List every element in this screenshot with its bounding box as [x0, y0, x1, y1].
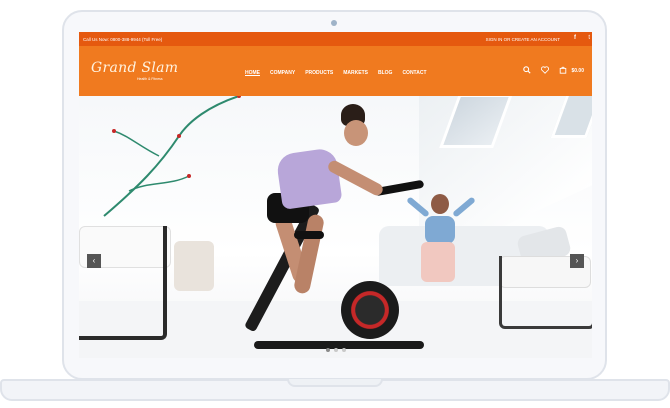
phone-text: Call Us Now: 0800-388-9944 (Toll Free) — [83, 37, 163, 42]
girl-legs — [421, 242, 455, 282]
slider-prev-button[interactable]: ‹ — [87, 254, 101, 268]
nav-markets[interactable]: MARKETS — [343, 70, 368, 76]
nav-home[interactable]: HOME — [245, 70, 260, 76]
cart-icon[interactable] — [559, 66, 567, 76]
laptop-base-notch — [287, 379, 383, 387]
woman-top — [275, 147, 343, 210]
woman-head — [344, 120, 368, 146]
header-icons: $0.00 — [523, 66, 584, 76]
girl-head — [431, 194, 449, 214]
slider-dot-1[interactable] — [326, 348, 330, 352]
slider-dot-2[interactable] — [334, 348, 338, 352]
bike-flywheel — [341, 281, 399, 339]
hero-slider: ‹ › — [79, 96, 592, 358]
main-nav: HOME COMPANY PRODUCTS MARKETS BLOG CONTA… — [245, 70, 427, 76]
slide-blanket — [174, 241, 214, 291]
webcam-icon — [331, 20, 337, 26]
website-screen: Call Us Now: 0800-388-9944 (Toll Free) S… — [79, 32, 592, 358]
wall-branch-decal — [103, 96, 241, 217]
slider-next-button[interactable]: › — [570, 254, 584, 268]
twitter-icon[interactable]: t — [588, 35, 590, 41]
nav-blog[interactable]: BLOG — [378, 70, 392, 76]
slide-chair-left-frame — [79, 226, 167, 340]
slider-dots — [326, 348, 346, 352]
logo-tagline: Health & Fitness — [137, 77, 163, 81]
nav-products[interactable]: PRODUCTS — [305, 70, 333, 76]
top-bar: Call Us Now: 0800-388-9944 (Toll Free) S… — [79, 32, 592, 46]
nav-contact[interactable]: CONTACT — [402, 70, 426, 76]
nav-company[interactable]: COMPANY — [270, 70, 295, 76]
heart-icon[interactable] — [541, 66, 550, 76]
bike-seat — [294, 231, 324, 239]
facebook-icon[interactable]: f — [574, 35, 576, 41]
site-header: Grand Slam Health & Fitness HOME COMPANY… — [79, 46, 592, 96]
slider-dot-3[interactable] — [342, 348, 346, 352]
cart-total[interactable]: $0.00 — [571, 68, 584, 74]
site-logo[interactable]: Grand Slam — [91, 60, 178, 76]
search-icon[interactable] — [523, 66, 532, 76]
girl-body — [425, 216, 455, 244]
account-link[interactable]: SIGN IN OR CREATE AN ACCOUNT — [486, 37, 560, 42]
